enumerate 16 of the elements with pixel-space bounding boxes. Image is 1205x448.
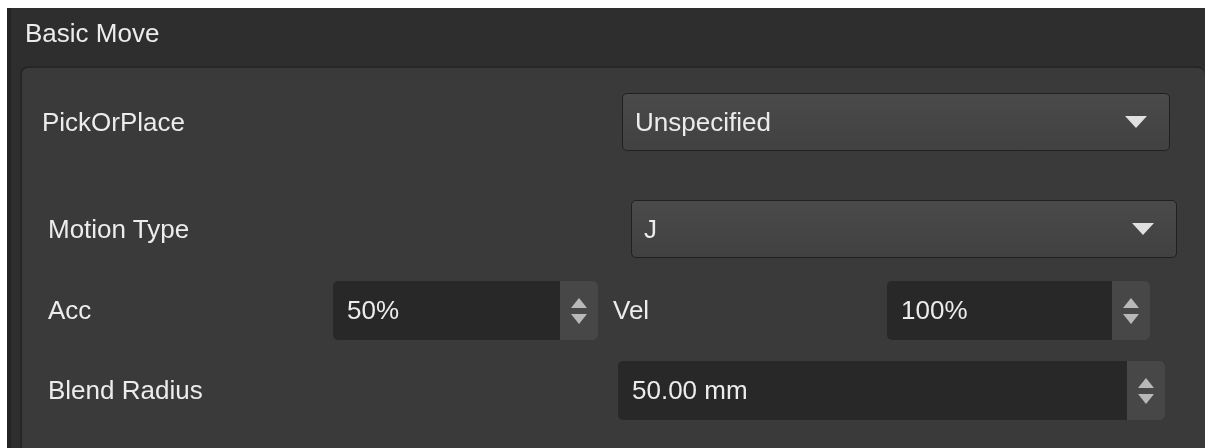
caret-icon [1125,116,1147,128]
spin-arrows[interactable] [1112,281,1150,340]
spin-arrows[interactable] [560,281,598,340]
field-label: PickOrPlace [41,106,187,138]
field-label: Vel [612,295,651,326]
spin-box[interactable]: 100% [887,281,1150,340]
spin-box[interactable]: 50.00 mm [618,361,1165,420]
field-label: Acc [47,295,93,326]
spin-arrows[interactable] [1127,361,1165,420]
dropdown[interactable]: J [631,200,1177,258]
panel-title: Basic Move [24,17,160,50]
dropdown[interactable]: Unspecified [622,93,1170,151]
field-label: Blend Radius [47,375,204,406]
field-label: Motion Type [47,213,191,245]
caret-icon [1132,223,1154,235]
spin-box[interactable]: 50% [333,281,598,340]
